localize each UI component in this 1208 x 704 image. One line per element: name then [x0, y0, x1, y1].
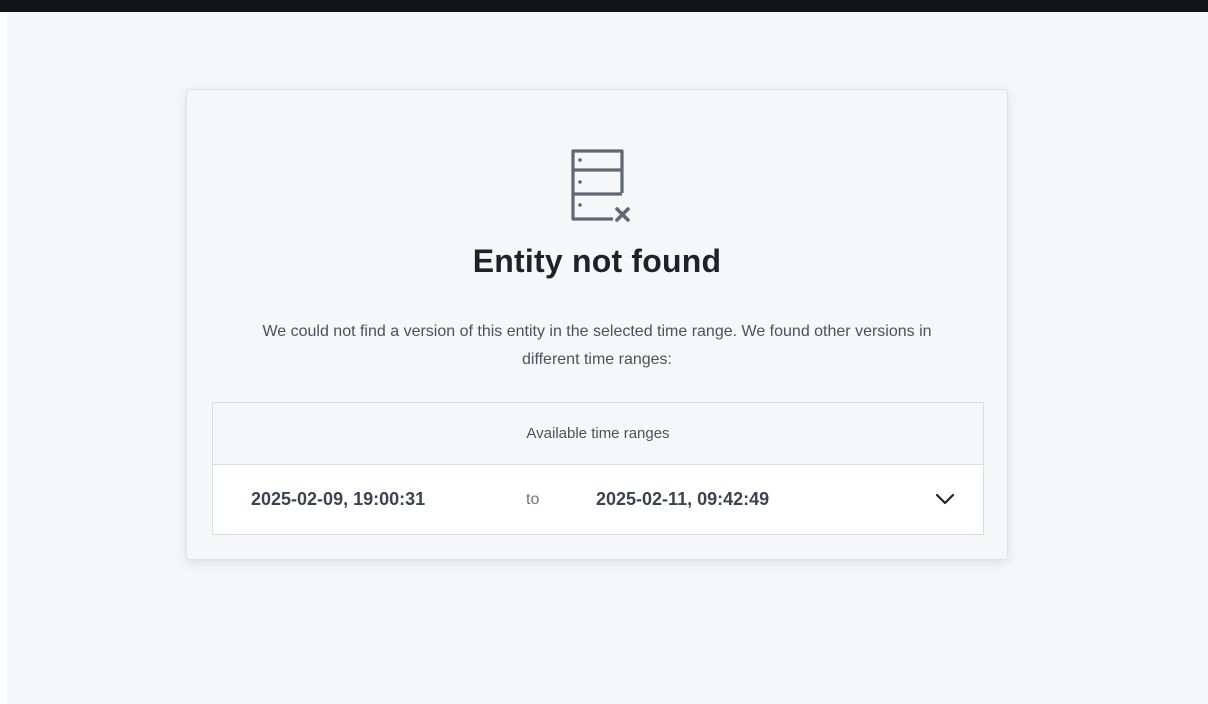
server-x-icon — [569, 148, 635, 228]
table-header: Available time ranges — [213, 403, 983, 465]
top-bar — [0, 0, 1208, 12]
time-range-row[interactable]: 2025-02-09, 19:00:31 to 2025-02-11, 09:4… — [213, 465, 983, 534]
range-separator: to — [526, 491, 540, 508]
page-title: Entity not found — [472, 243, 722, 279]
description-text: We could not find a version of this enti… — [262, 323, 932, 368]
range-end-time: 2025-02-11, 09:42:49 — [596, 489, 770, 509]
entity-not-found-card: Entity not found We could not find a ver… — [186, 89, 1008, 560]
available-time-ranges-table: Available time ranges 2025-02-09, 19:00:… — [212, 402, 984, 535]
range-start-time: 2025-02-09, 19:00:31 — [251, 489, 426, 509]
chevron-down-icon[interactable] — [934, 489, 956, 509]
